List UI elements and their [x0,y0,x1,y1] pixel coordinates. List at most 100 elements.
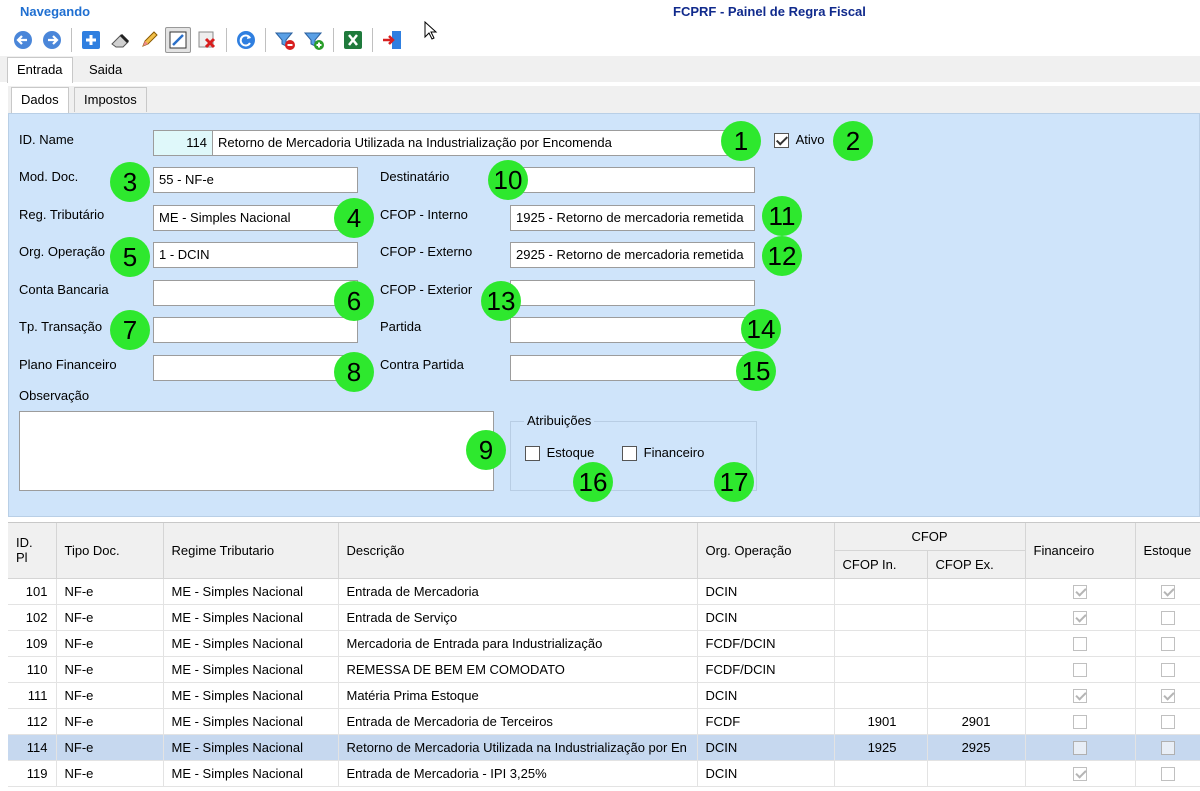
tab-entrada[interactable]: Entrada [7,57,73,83]
table-row[interactable]: 110 NF-e ME - Simples Nacional REMESSA DE B… [8,656,1200,683]
estoque-check-icon[interactable] [1160,662,1175,677]
estoque-check-icon[interactable] [1160,584,1175,599]
edit-icon[interactable] [136,27,162,53]
plano-financeiro-field[interactable] [153,355,358,381]
cell-org-operacao[interactable]: DCIN [697,734,835,761]
col-header-descricao[interactable]: Descrição [338,523,698,579]
ativo-check-icon[interactable] [774,133,789,149]
estoque-check-icon[interactable] [1160,766,1175,781]
exit-icon[interactable] [379,27,405,53]
id-field[interactable]: 114 [153,130,213,156]
cell-cfop-in[interactable] [834,578,928,605]
table-row[interactable]: 119 NF-e ME - Simples Nacional Entrada de M… [8,760,1200,787]
cfop-exterior-field[interactable] [510,280,755,306]
cell-cfop-in[interactable] [834,760,928,787]
financeiro-check-icon[interactable] [1073,584,1087,599]
table-row[interactable]: 101 NF-e ME - Simples Nacional Entrada de M… [8,578,1200,605]
cell-descricao[interactable]: Mercadoria de Entrada para Industrializa… [338,630,698,657]
table-row[interactable]: 111 NF-e ME - Simples Nacional Matéria Prim… [8,682,1200,709]
financeiro-check-icon[interactable] [1073,740,1087,755]
cell-descricao[interactable]: Entrada de Mercadoria [338,578,698,605]
cell-id[interactable]: 114 [8,734,57,761]
cell-regime[interactable]: ME - Simples Nacional [163,734,339,761]
filter-remove-icon[interactable] [272,27,298,53]
tab-saida[interactable]: Saida [79,57,132,82]
cell-descricao[interactable]: Retorno de Mercadoria Utilizada na Indus… [338,734,698,761]
org-op-field[interactable]: 1 - DCIN [153,242,358,268]
col-header-tipo-doc[interactable]: Tipo Doc. [56,523,164,579]
cell-org-operacao[interactable]: FCDF [697,708,835,735]
cell-org-operacao[interactable]: DCIN [697,604,835,631]
cell-cfop-ex[interactable]: 2901 [927,708,1026,735]
cell-cfop-in[interactable]: 1901 [834,708,928,735]
col-header-id[interactable]: ID. Pl [8,523,57,579]
estoque-check-icon[interactable] [1160,688,1175,703]
contra-partida-field[interactable] [510,355,755,381]
cell-id[interactable]: 111 [8,682,57,709]
cell-cfop-in[interactable] [834,656,928,683]
table-row[interactable]: 112 NF-e ME - Simples Nacional Entrada de M… [8,708,1200,735]
financeiro-check-icon[interactable] [1073,688,1087,703]
col-header-cfop-ex[interactable]: CFOP Ex. [927,550,1026,579]
cell-descricao[interactable]: REMESSA DE BEM EM COMODATO [338,656,698,683]
cell-regime[interactable]: ME - Simples Nacional [163,604,339,631]
refresh-icon[interactable] [233,27,259,53]
cell-cfop-ex[interactable] [927,630,1026,657]
cfop-interno-field[interactable]: 1925 - Retorno de mercadoria remetida [510,205,755,231]
financeiro-check-icon[interactable] [1073,610,1087,625]
cell-regime[interactable]: ME - Simples Nacional [163,578,339,605]
cell-id[interactable]: 109 [8,630,57,657]
arrow-right-icon[interactable] [39,27,65,53]
cell-id[interactable]: 101 [8,578,57,605]
cell-tipo-doc[interactable]: NF-e [56,760,164,787]
delete-icon[interactable] [194,27,220,53]
ativo-checkbox[interactable]: Ativo [774,132,825,149]
cell-org-operacao[interactable]: DCIN [697,682,835,709]
cell-tipo-doc[interactable]: NF-e [56,630,164,657]
reg-trib-field[interactable]: ME - Simples Nacional [153,205,358,231]
cell-cfop-ex[interactable]: 2925 [927,734,1026,761]
table-row[interactable]: 109 NF-e ME - Simples Nacional Mercadoria d… [8,630,1200,657]
cell-regime[interactable]: ME - Simples Nacional [163,708,339,735]
cell-cfop-in[interactable]: 1925 [834,734,928,761]
name-field[interactable]: Retorno de Mercadoria Utilizada na Indus… [212,130,740,156]
cell-regime[interactable]: ME - Simples Nacional [163,760,339,787]
cell-tipo-doc[interactable]: NF-e [56,708,164,735]
cell-cfop-ex[interactable] [927,760,1026,787]
cell-tipo-doc[interactable]: NF-e [56,734,164,761]
tab-dados[interactable]: Dados [11,87,69,113]
cell-descricao[interactable]: Entrada de Mercadoria - IPI 3,25% [338,760,698,787]
cell-tipo-doc[interactable]: NF-e [56,682,164,709]
financeiro-check-icon[interactable] [622,446,637,462]
cell-cfop-in[interactable] [834,682,928,709]
arrow-left-icon[interactable] [10,27,36,53]
cfop-externo-field[interactable]: 2925 - Retorno de mercadoria remetida [510,242,755,268]
observacao-textarea[interactable] [19,411,494,491]
mod-doc-field[interactable]: 55 - NF-e [153,167,358,193]
cell-regime[interactable]: ME - Simples Nacional [163,656,339,683]
cell-org-operacao[interactable]: FCDF/DCIN [697,630,835,657]
cell-descricao[interactable]: Entrada de Mercadoria de Terceiros [338,708,698,735]
col-header-org-operacao[interactable]: Org. Operação [697,523,835,579]
tp-transacao-field[interactable] [153,317,358,343]
col-header-financeiro[interactable]: Financeiro [1025,523,1136,579]
table-row[interactable]: 102 NF-e ME - Simples Nacional Entrada de S… [8,604,1200,631]
filter-add-icon[interactable] [301,27,327,53]
cell-cfop-ex[interactable] [927,578,1026,605]
cell-id[interactable]: 102 [8,604,57,631]
partida-field[interactable] [510,317,755,343]
cell-id[interactable]: 119 [8,760,57,787]
add-icon[interactable] [78,27,104,53]
cell-org-operacao[interactable]: FCDF/DCIN [697,656,835,683]
estoque-check-icon[interactable] [1160,636,1175,651]
cell-cfop-ex[interactable] [927,604,1026,631]
cell-id[interactable]: 110 [8,656,57,683]
cell-cfop-ex[interactable] [927,656,1026,683]
cell-regime[interactable]: ME - Simples Nacional [163,682,339,709]
eraser-icon[interactable] [107,27,133,53]
financeiro-checkbox[interactable]: Financeiro [622,445,704,462]
financeiro-check-icon[interactable] [1073,662,1087,677]
estoque-check-icon[interactable] [1160,740,1175,755]
edit-form-icon[interactable] [165,27,191,53]
financeiro-check-icon[interactable] [1073,636,1087,651]
